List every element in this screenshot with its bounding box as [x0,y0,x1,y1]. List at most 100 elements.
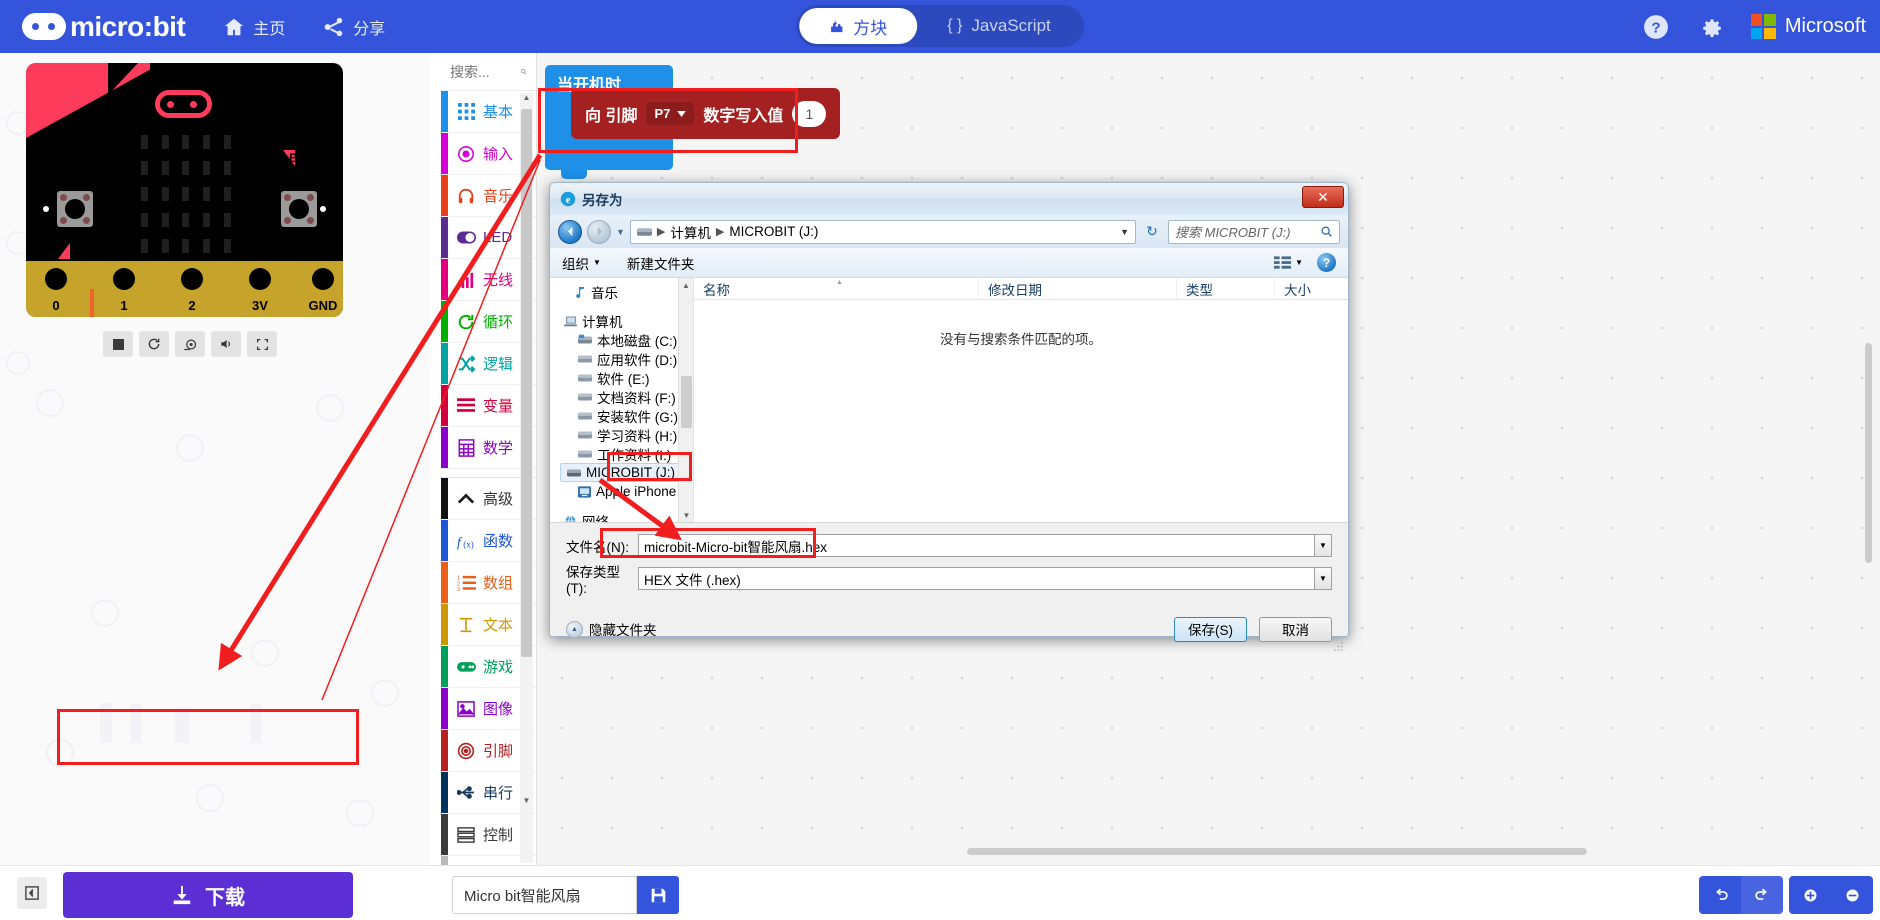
pin-3v[interactable]: 3V [238,261,282,317]
file-list-panel[interactable]: ▲ 名称 修改日期 类型 大小 没有与搜索条件匹配的项。 [694,278,1348,522]
toolbox-scrollbar[interactable]: ▲ ▼ [520,93,533,863]
app-root: micro:bit 主页 分享 方块 { } JavaScript ? Micr… [0,0,1880,920]
file-name-dropdown-icon[interactable]: ▼ [1315,534,1332,557]
tree-item-drive-e[interactable]: 软件 (E:) [550,368,693,387]
dialog-search-input[interactable]: 搜索 MICROBIT (J:) [1168,219,1340,244]
pin-0[interactable]: 0 [34,261,78,317]
bottom-toolbar: 下载 Micro bit智能风扇 [0,865,1880,920]
pin-1[interactable]: 1 [102,261,146,317]
toolbox-scroll-up-arrow[interactable]: ▲ [520,93,533,107]
board-button-a[interactable] [57,191,93,227]
dialog-help-icon[interactable]: ? [1317,253,1336,272]
dialog-title-label: 另存为 [582,193,623,208]
column-date-modified[interactable]: 修改日期 [979,278,1177,299]
nav-home[interactable]: 主页 [223,15,285,39]
tree-item-drive-g[interactable]: 安装软件 (G:) [550,406,693,425]
toolbox-scroll-down-arrow[interactable]: ▼ [520,796,533,805]
hide-folders-label: 隐藏文件夹 [589,623,657,638]
workspace-horizontal-scrollbar[interactable] [967,848,1587,855]
column-name[interactable]: ▲ 名称 [694,278,979,299]
project-name-input[interactable]: Micro bit智能风扇 [452,876,637,914]
drive-icon [578,393,592,401]
fullscreen-button[interactable] [247,331,277,357]
microsoft-logo[interactable]: Microsoft [1750,14,1866,39]
tree-item-music[interactable]: 音乐 [550,282,693,301]
address-dropdown-icon[interactable]: ▼ [1120,227,1129,237]
microbit-brand[interactable]: micro:bit [22,10,186,43]
toolbox-item-label: 音乐 [483,188,514,205]
breadcrumb-computer[interactable]: 计算机 [670,222,711,242]
pin-dropdown[interactable]: P7 [646,102,695,125]
board-button-b[interactable] [281,191,317,227]
hide-folders-toggle[interactable]: ▲ 隐藏文件夹 [566,619,657,639]
file-name-input[interactable]: microbit-Micro-bit智能风扇.hex [638,534,1315,557]
save-button[interactable]: 保存(S) [1174,616,1247,642]
zoom-in-icon [1804,889,1816,901]
download-button[interactable]: 下载 [63,872,353,918]
refresh-icon[interactable]: ↻ [1141,221,1163,243]
resize-grip-icon[interactable] [1333,640,1345,652]
tree-scrollbar[interactable]: ▲ ▼ [678,278,693,522]
search-input[interactable] [450,63,516,80]
value-field[interactable]: 1 [792,100,827,127]
restart-button[interactable] [139,331,169,357]
organize-button[interactable]: 组织 ▼ [562,253,601,273]
pin-2[interactable]: 2 [170,261,214,317]
braces-icon: { } [947,17,963,34]
change-view-button[interactable]: ▼ [1274,255,1303,270]
tab-javascript[interactable]: { } JavaScript [917,8,1081,44]
zoom-in-button[interactable] [1789,876,1831,914]
recent-locations-dropdown[interactable]: ▼ [616,227,625,237]
mute-button[interactable] [211,331,241,357]
save-project-button[interactable] [637,876,679,914]
close-icon[interactable]: ✕ [1302,186,1344,208]
download-label: 下载 [205,886,245,909]
workspace-vertical-scrollbar[interactable] [1865,343,1872,563]
column-type[interactable]: 类型 [1177,278,1275,299]
dialog-title-bar[interactable]: e 另存为 ✕ [550,183,1348,215]
pin-gnd[interactable]: GND [301,261,343,317]
gear-icon[interactable] [1697,14,1723,40]
snail-icon [183,339,196,350]
digital-write-pin-block[interactable]: 向 引脚 P7 数字写入值 1 [571,88,841,139]
toolbox-search[interactable] [441,53,536,91]
back-button[interactable] [558,219,582,244]
collapse-simulator-button[interactable] [17,877,47,909]
save-type-dropdown-icon[interactable]: ▼ [1315,567,1332,590]
tree-item-drive-h[interactable]: 学习资料 (H:) [550,425,693,444]
column-size[interactable]: 大小 [1275,278,1335,299]
stop-button[interactable] [103,331,133,357]
nav-share[interactable]: 分享 [323,15,385,39]
tree-item-network[interactable]: 网络 [550,511,693,522]
tree-item-drive-i[interactable]: 工作资料 (I:) [550,444,693,463]
tree-item-computer[interactable]: 计算机 [550,311,693,330]
save-type-select[interactable]: HEX 文件 (.hex) [638,567,1315,590]
slow-motion-button[interactable] [175,331,205,357]
cancel-button[interactable]: 取消 [1259,616,1332,642]
simulator-panel: A B 0 1 2 3V GND [0,53,430,865]
forward-button[interactable] [587,219,611,244]
address-bar[interactable]: ▶ 计算机 ▶ MICROBIT (J:) ▼ [629,219,1136,244]
undo-button[interactable] [1699,876,1741,914]
redo-button[interactable] [1741,876,1783,914]
tree-item-local-disk-c[interactable]: 本地磁盘 (C:) [550,330,693,349]
drive-icon [567,469,581,477]
help-icon[interactable]: ? [1643,14,1669,40]
tree-item-microbit-drive[interactable]: MICROBIT (J:) [560,463,689,482]
tree-scroll-down-arrow[interactable]: ▼ [679,508,693,522]
tree-item-drive-d[interactable]: 应用软件 (D:) [550,349,693,368]
chevron-up-icon [456,489,476,509]
pin-2-label: 2 [188,298,196,313]
breadcrumb-microbit[interactable]: MICROBIT (J:) [729,224,818,239]
category-stripe [441,175,448,216]
toolbox-scroll-thumb[interactable] [521,109,532,657]
tree-item-drive-f[interactable]: 文档资料 (F:) [550,387,693,406]
tree-scroll-up-arrow[interactable]: ▲ [679,278,693,293]
new-folder-button[interactable]: 新建文件夹 [627,253,695,273]
toolbox-item-label: 变量 [483,398,514,415]
tab-blocks[interactable]: 方块 [799,8,918,44]
tree-item-apple-iphone[interactable]: Apple iPhone [550,482,693,501]
brand-label: micro:bit [70,10,186,42]
tree-scroll-thumb[interactable] [681,376,692,428]
zoom-out-button[interactable] [1831,876,1873,914]
